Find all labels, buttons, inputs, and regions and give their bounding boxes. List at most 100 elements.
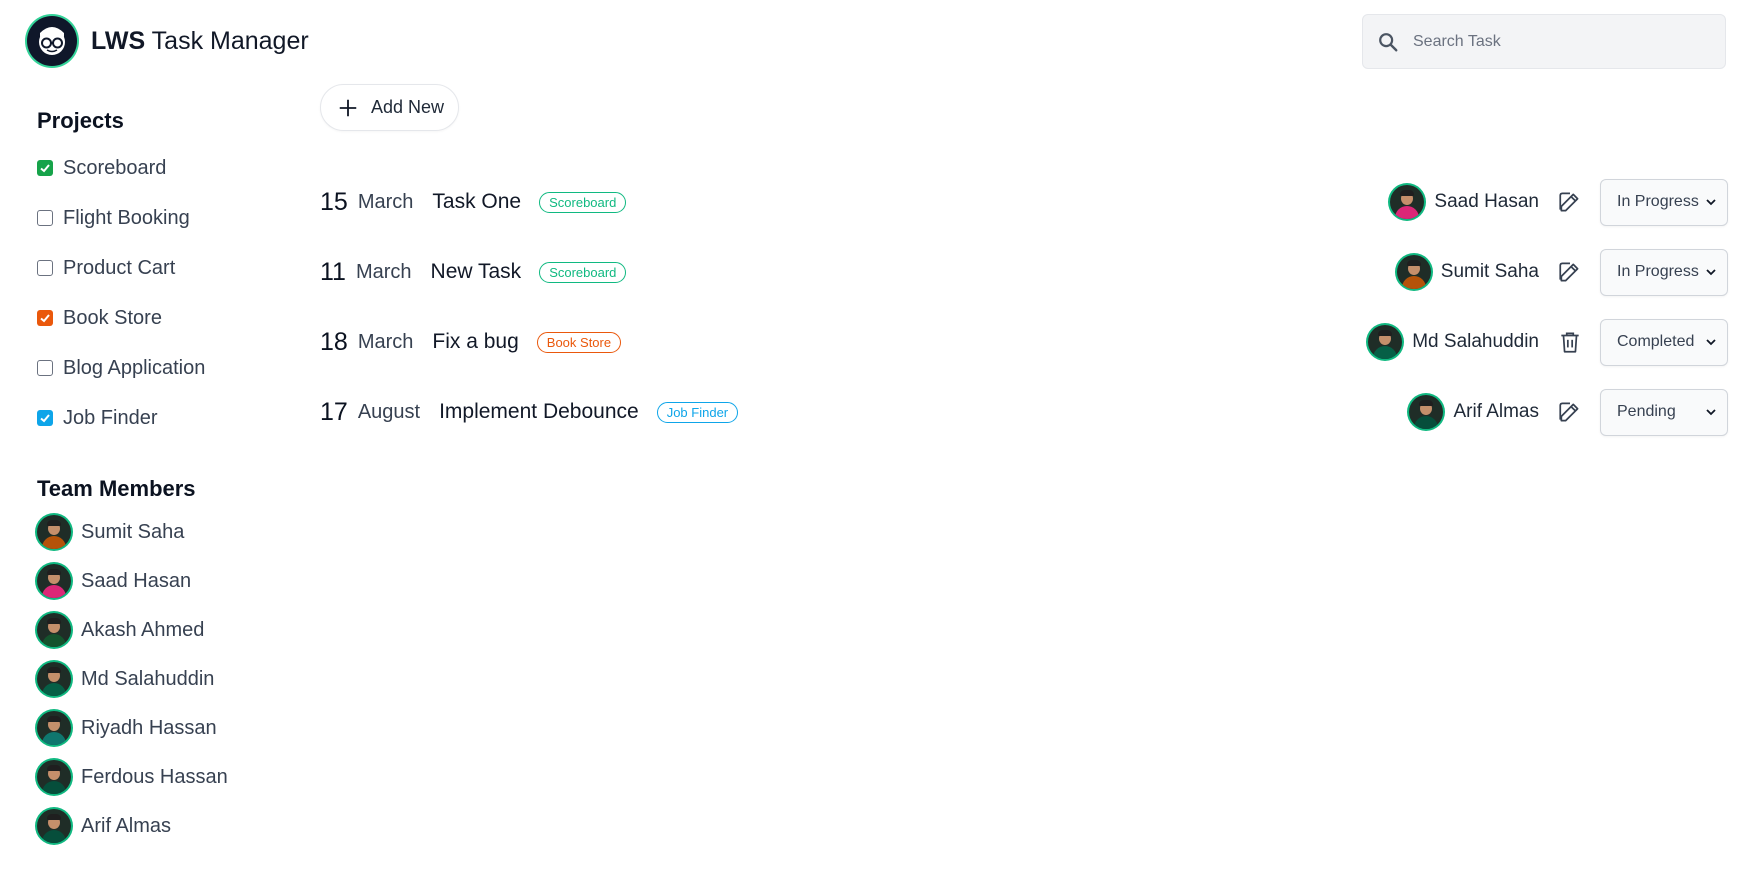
project-badge: Scoreboard [539,261,627,283]
project-label: Scoreboard [63,156,167,179]
chevron-down-icon [1706,339,1716,346]
project-checkbox[interactable] [37,360,53,376]
team-member-name: Akash Ahmed [81,618,205,641]
team-member-name: Riyadh Hassan [81,716,217,739]
chevron-down-icon [1706,409,1716,416]
assignee-name: Saad Hasan [1434,191,1539,212]
search-icon [1379,32,1398,51]
task-info: 17 August Implement Debounce Job Finder [320,387,739,437]
task-meta: Arif Almas Pending [1409,387,1728,437]
task-day: 11 [320,257,346,286]
status-select[interactable]: Completed [1600,318,1728,366]
project-badge: Scoreboard [539,191,627,213]
team-member-item[interactable]: Saad Hasan [37,563,191,599]
app-logo [27,16,77,66]
avatar [37,613,71,647]
team-member-item[interactable]: Riyadh Hassan [37,710,217,746]
project-filter-item[interactable]: Scoreboard [37,156,166,180]
edit-icon[interactable] [1557,399,1583,425]
task-month: March [357,190,414,213]
task-month: August [357,400,421,423]
project-checkbox[interactable] [37,260,53,276]
task-meta: Md Salahuddin Completed [1368,317,1728,367]
assignee-name: Arif Almas [1453,401,1539,422]
app-title: LWS Task Manager [91,27,309,56]
task-row: 11 March New Task Scoreboard Sumit Saha In Pr… [320,247,1728,297]
task-title: New Task [430,260,522,283]
team-member-name: Sumit Saha [81,520,185,543]
avatar [1396,255,1431,289]
assignee-name: Sumit Saha [1440,261,1539,282]
plus-icon [339,99,357,116]
task-title: Implement Debounce [439,400,639,423]
team-member-item[interactable]: Sumit Saha [37,514,184,550]
project-checkbox[interactable] [37,160,53,176]
status-value: In Progress [1617,193,1699,210]
avatar [37,711,71,745]
add-new-button[interactable]: Add New [320,84,459,131]
team-member-name: Md Salahuddin [81,667,215,690]
status-value: In Progress [1617,263,1699,280]
avatar [37,662,71,696]
task-info: 18 March Fix a bug Book Store [320,317,622,367]
checkmark-icon [40,164,50,173]
status-select[interactable]: In Progress [1600,178,1728,226]
project-checkbox[interactable] [37,210,53,226]
project-label: Job Finder [63,406,158,429]
avatar [37,760,71,794]
task-row: 15 March Task One Scoreboard Saad Hasan In Pr… [320,177,1728,227]
project-label: Flight Booking [63,206,190,229]
edit-icon[interactable] [1557,189,1583,215]
status-value: Completed [1617,333,1695,350]
avatar [37,809,71,843]
status-value: Pending [1617,403,1676,420]
task-title: Fix a bug [432,330,519,353]
edit-icon[interactable] [1557,259,1583,285]
add-new-label: Add New [371,97,445,117]
status-select[interactable]: In Progress [1600,248,1728,296]
chevron-down-icon [1706,199,1716,206]
project-filter-item[interactable]: Book Store [37,306,162,330]
status-select[interactable]: Pending [1600,388,1728,436]
task-meta: Saad Hasan In Progress [1390,177,1728,227]
logo-mascot-icon [39,27,65,55]
chevron-down-icon [1706,269,1716,276]
task-day: 17 [320,397,348,426]
task-month: March [355,260,412,283]
team-members-heading: Team Members [37,476,196,501]
project-filter-item[interactable]: Job Finder [37,406,158,430]
team-member-name: Saad Hasan [81,569,192,592]
project-filter-item[interactable]: Blog Application [37,356,205,380]
task-month: March [357,330,414,353]
project-badge: Job Finder [656,401,739,423]
team-member-name: Ferdous Hassan [81,765,228,788]
avatar [37,515,71,549]
app-title-rest: Task Manager [151,27,309,55]
assignee-name: Md Salahuddin [1412,331,1539,352]
project-checkbox[interactable] [37,310,53,326]
trash-icon[interactable] [1557,329,1583,355]
project-label: Blog Application [63,356,206,379]
avatar [1390,185,1425,219]
task-meta: Sumit Saha In Progress [1396,247,1728,297]
search-input[interactable] [1411,31,1715,52]
app-title-brand: LWS [91,27,146,55]
project-filter-item[interactable]: Flight Booking [37,206,190,230]
task-row: 17 August Implement Debounce Job Finder Arif… [320,387,1728,437]
task-day: 18 [320,327,348,356]
team-member-item[interactable]: Arif Almas [37,808,171,844]
project-filter-item[interactable]: Product Cart [37,256,175,280]
avatar [1409,395,1444,429]
team-member-item[interactable]: Akash Ahmed [37,612,204,648]
avatar [1368,325,1403,359]
task-day: 15 [320,187,348,216]
project-label: Product Cart [63,256,176,279]
project-label: Book Store [63,306,162,329]
projects-heading: Projects [37,108,124,133]
project-checkbox[interactable] [37,410,53,426]
team-member-item[interactable]: Ferdous Hassan [37,759,228,795]
task-row: 18 March Fix a bug Book Store Md Salahuddin C… [320,317,1728,367]
project-badge: Book Store [536,331,622,353]
team-member-item[interactable]: Md Salahuddin [37,661,214,697]
search-box[interactable] [1362,14,1726,69]
